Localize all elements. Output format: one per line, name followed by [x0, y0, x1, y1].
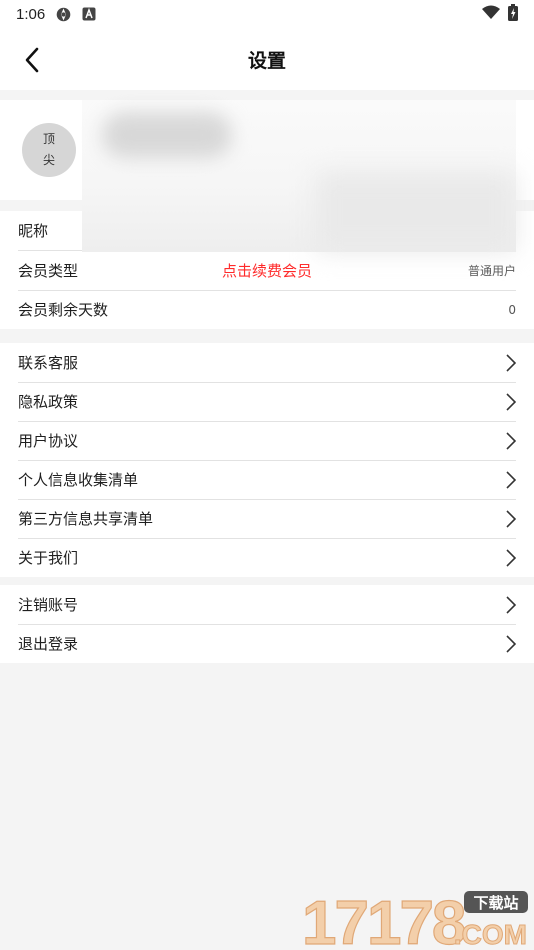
watermark-badge: 下载站: [473, 894, 518, 912]
menu-item-label: 用户协议: [18, 432, 79, 450]
menu-item-third-party-sharing[interactable]: 第三方信息共享清单: [0, 499, 534, 538]
chevron-right-icon: [506, 353, 516, 372]
nickname-label: 昵称: [18, 222, 49, 240]
watermark-domain: .COM: [454, 919, 527, 948]
member-type-row: 会员类型 点击续费会员 普通用户: [0, 250, 534, 290]
remaining-days-label: 会员剩余天数: [18, 301, 109, 319]
menu-item-label: 关于我们: [18, 549, 79, 567]
wifi-icon: [482, 5, 500, 23]
back-button[interactable]: [14, 42, 50, 78]
menu-item-personal-info-list[interactable]: 个人信息收集清单: [0, 460, 534, 499]
chevron-right-icon: [506, 431, 516, 450]
logout-label: 退出登录: [18, 635, 79, 653]
settings-menu-section: 联系客服 隐私政策 用户协议 个人信息收集清单 第三方信息共享清单 关于我们: [0, 343, 534, 577]
delete-account-label: 注销账号: [18, 596, 79, 614]
site-watermark: 17178 下载站 .COM: [301, 888, 530, 950]
menu-item-label: 第三方信息共享清单: [18, 510, 154, 528]
battery-charging-icon: [508, 3, 518, 25]
top-app-bar: 设置: [0, 28, 534, 90]
chevron-right-icon: [506, 392, 516, 411]
menu-item-customer-service[interactable]: 联系客服: [0, 343, 534, 382]
menu-item-label: 个人信息收集清单: [18, 471, 139, 489]
avatar-text-line1: 顶: [42, 132, 55, 146]
renew-membership-link[interactable]: 点击续费会员: [0, 260, 534, 281]
avatar-text-line2: 尖: [42, 153, 55, 167]
remaining-days-value: 0: [508, 302, 516, 317]
menu-item-privacy-policy[interactable]: 隐私政策: [0, 382, 534, 421]
delete-account-button[interactable]: 注销账号: [0, 585, 534, 624]
chevron-right-icon: [506, 548, 516, 567]
page-title: 设置: [247, 49, 286, 72]
blurred-name-area: [102, 112, 232, 158]
status-bar: 1:06: [0, 0, 534, 28]
logout-button[interactable]: 退出登录: [0, 624, 534, 663]
settings-gear-icon: [55, 6, 72, 23]
menu-item-user-agreement[interactable]: 用户协议: [0, 421, 534, 460]
account-actions-section: 注销账号 退出登录: [0, 585, 534, 663]
menu-item-label: 隐私政策: [18, 393, 79, 411]
blurred-overlay: [82, 100, 516, 252]
chevron-right-icon: [506, 634, 516, 653]
chevron-right-icon: [506, 470, 516, 489]
avatar[interactable]: 顶 尖: [22, 123, 76, 177]
menu-item-about-us[interactable]: 关于我们: [0, 538, 534, 577]
remaining-days-row: 会员剩余天数 0: [0, 290, 534, 329]
chevron-right-icon: [506, 509, 516, 528]
chevron-right-icon: [506, 595, 516, 614]
status-time: 1:06: [16, 5, 46, 23]
a-badge-icon: [82, 7, 96, 21]
menu-item-label: 联系客服: [18, 354, 79, 372]
blurred-shadow: [316, 172, 516, 252]
watermark-number: 17178: [302, 890, 465, 948]
back-arrow-icon: [25, 47, 39, 73]
